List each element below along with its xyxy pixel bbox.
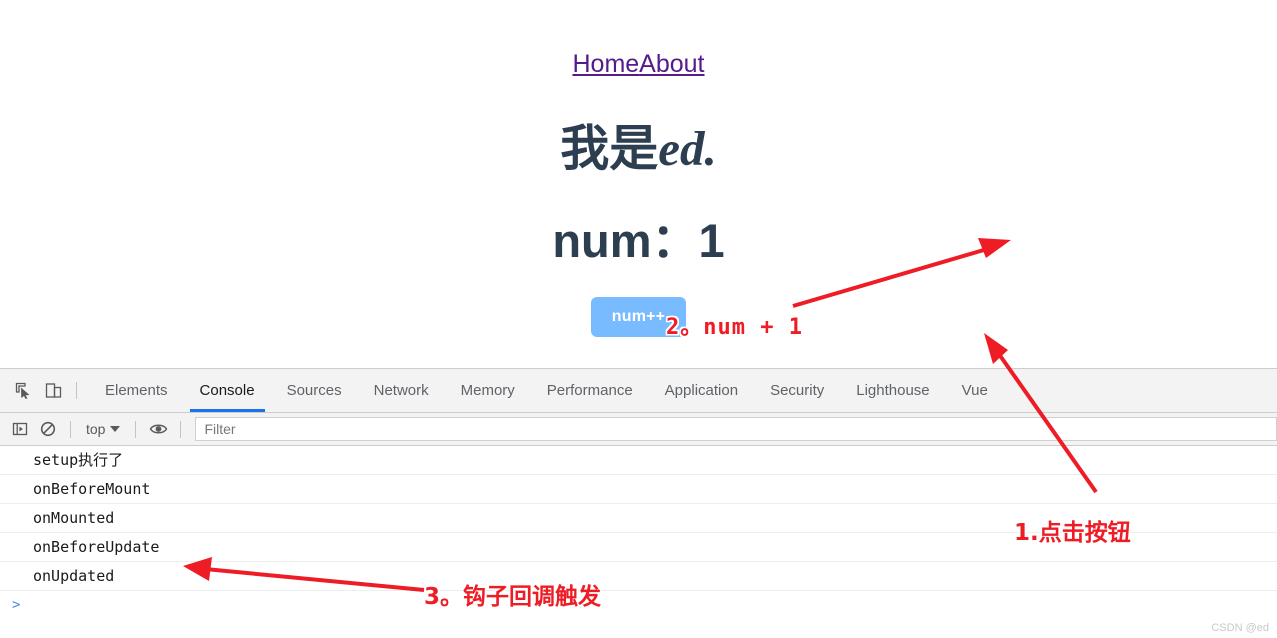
devtools-tab-list: Elements Console Sources Network Memory …	[89, 369, 1004, 412]
tab-console[interactable]: Console	[184, 369, 271, 412]
console-context-selector[interactable]: top	[79, 421, 127, 437]
tab-lighthouse[interactable]: Lighthouse	[840, 369, 945, 412]
num-increment-button[interactable]: num++	[590, 296, 687, 337]
app-root: HomeAbout 我是ed. num：1 num++	[0, 0, 1277, 337]
console-filter-input[interactable]	[196, 417, 1276, 441]
tab-performance[interactable]: Performance	[531, 369, 649, 412]
tab-sources[interactable]: Sources	[271, 369, 358, 412]
page-title-cn: 我是	[560, 120, 659, 177]
nav-links: HomeAbout	[0, 52, 1277, 77]
live-expression-icon[interactable]	[144, 416, 172, 442]
devtools-tabbar: Elements Console Sources Network Memory …	[0, 369, 1277, 413]
tab-security[interactable]: Security	[754, 369, 840, 412]
button-row: num++	[0, 266, 1277, 337]
tab-elements[interactable]: Elements	[89, 369, 184, 412]
inspect-element-icon[interactable]	[8, 377, 38, 405]
console-sidebar-icon[interactable]	[6, 416, 34, 442]
console-message: setup执行了	[0, 446, 1277, 475]
clear-console-icon[interactable]	[34, 416, 62, 442]
console-message: onUpdated	[0, 562, 1277, 591]
console-toolbar-divider-2	[135, 420, 137, 438]
devtools-panel: Elements Console Sources Network Memory …	[0, 368, 1277, 638]
toolbar-divider	[76, 382, 77, 399]
console-message: onBeforeMount	[0, 475, 1277, 504]
tab-application[interactable]: Application	[649, 369, 754, 412]
console-input-prompt[interactable]: >	[0, 591, 1277, 619]
console-filter-box[interactable]	[195, 417, 1277, 441]
num-display: num：1	[552, 214, 725, 268]
tab-vue[interactable]: Vue	[946, 369, 1004, 412]
nav-link-about[interactable]: About	[639, 50, 704, 78]
console-message-list: setup执行了 onBeforeMount onMounted onBefor…	[0, 446, 1277, 638]
nav-link-home[interactable]: Home	[572, 50, 639, 78]
page-title-en: ed.	[658, 121, 717, 176]
console-toolbar-divider-3	[180, 420, 182, 438]
chevron-down-icon	[110, 426, 121, 432]
console-toolbar-divider-1	[70, 420, 71, 438]
console-toolbar: top	[0, 413, 1277, 446]
web-page-viewport: HomeAbout 我是ed. num：1 num++	[0, 0, 1277, 368]
tab-memory[interactable]: Memory	[445, 369, 531, 412]
console-context-label: top	[86, 421, 106, 437]
watermark: CSDN @ed	[1211, 622, 1269, 634]
device-toolbar-icon[interactable]	[38, 377, 68, 405]
tab-network[interactable]: Network	[358, 369, 445, 412]
console-message: onBeforeUpdate	[0, 533, 1277, 562]
console-message: onMounted	[0, 504, 1277, 533]
page-title: 我是ed.	[0, 77, 1277, 174]
